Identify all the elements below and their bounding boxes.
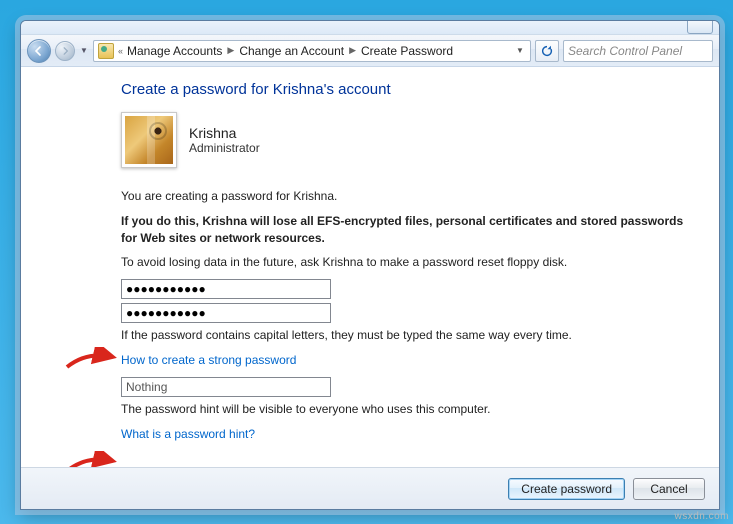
intro-text: You are creating a password for Krishna. [121, 188, 693, 205]
password-input[interactable] [121, 279, 331, 299]
avoid-text: To avoid losing data in the future, ask … [121, 254, 693, 271]
account-summary: Krishna Administrator [121, 112, 693, 168]
search-placeholder: Search Control Panel [568, 44, 682, 58]
chevron-left-icon[interactable]: « [118, 46, 123, 56]
nav-history-dropdown[interactable]: ▼ [79, 41, 89, 61]
arrow-right-icon [61, 47, 69, 55]
annotation-arrow [63, 451, 119, 467]
address-bar[interactable]: « Manage Accounts ▶ Change an Account ▶ … [93, 40, 531, 62]
account-role: Administrator [189, 141, 260, 155]
window-titlebar[interactable] [21, 21, 719, 35]
breadcrumb-change-account[interactable]: Change an Account [239, 44, 344, 58]
account-name: Krishna [189, 125, 260, 141]
address-dropdown[interactable]: ▼ [512, 46, 528, 55]
navigation-bar: ▼ « Manage Accounts ▶ Change an Account … [21, 35, 719, 67]
content-pane: Create a password for Krishna's account … [21, 67, 719, 467]
breadcrumb-manage-accounts[interactable]: Manage Accounts [127, 44, 222, 58]
cancel-button[interactable]: Cancel [633, 478, 705, 500]
watermark: wsxdn.com [674, 511, 729, 522]
warning-text: If you do this, Krishna will lose all EF… [121, 213, 693, 247]
chevron-right-icon[interactable]: ▶ [348, 45, 357, 56]
back-button[interactable] [27, 39, 51, 63]
strong-password-link[interactable]: How to create a strong password [121, 353, 296, 367]
caps-note: If the password contains capital letters… [121, 327, 693, 344]
page-title: Create a password for Krishna's account [121, 81, 693, 98]
avatar-frame [121, 112, 177, 168]
dialog-footer: Create password Cancel [21, 467, 719, 509]
breadcrumb-create-password[interactable]: Create Password [361, 44, 453, 58]
control-panel-icon [98, 43, 114, 59]
chevron-right-icon[interactable]: ▶ [226, 45, 235, 56]
search-input[interactable]: Search Control Panel [563, 40, 713, 62]
control-panel-window: ▼ « Manage Accounts ▶ Change an Account … [20, 20, 720, 510]
forward-button[interactable] [55, 41, 75, 61]
annotation-arrow [63, 347, 119, 371]
arrow-left-icon [34, 46, 44, 56]
password-confirm-input[interactable] [121, 303, 331, 323]
avatar [125, 116, 173, 164]
hint-note: The password hint will be visible to eve… [121, 401, 693, 418]
refresh-button[interactable] [535, 40, 559, 62]
hint-input[interactable] [121, 377, 331, 397]
minimize-button[interactable] [687, 20, 713, 34]
password-hint-link[interactable]: What is a password hint? [121, 427, 255, 441]
refresh-icon [540, 44, 554, 58]
create-password-button[interactable]: Create password [508, 478, 625, 500]
